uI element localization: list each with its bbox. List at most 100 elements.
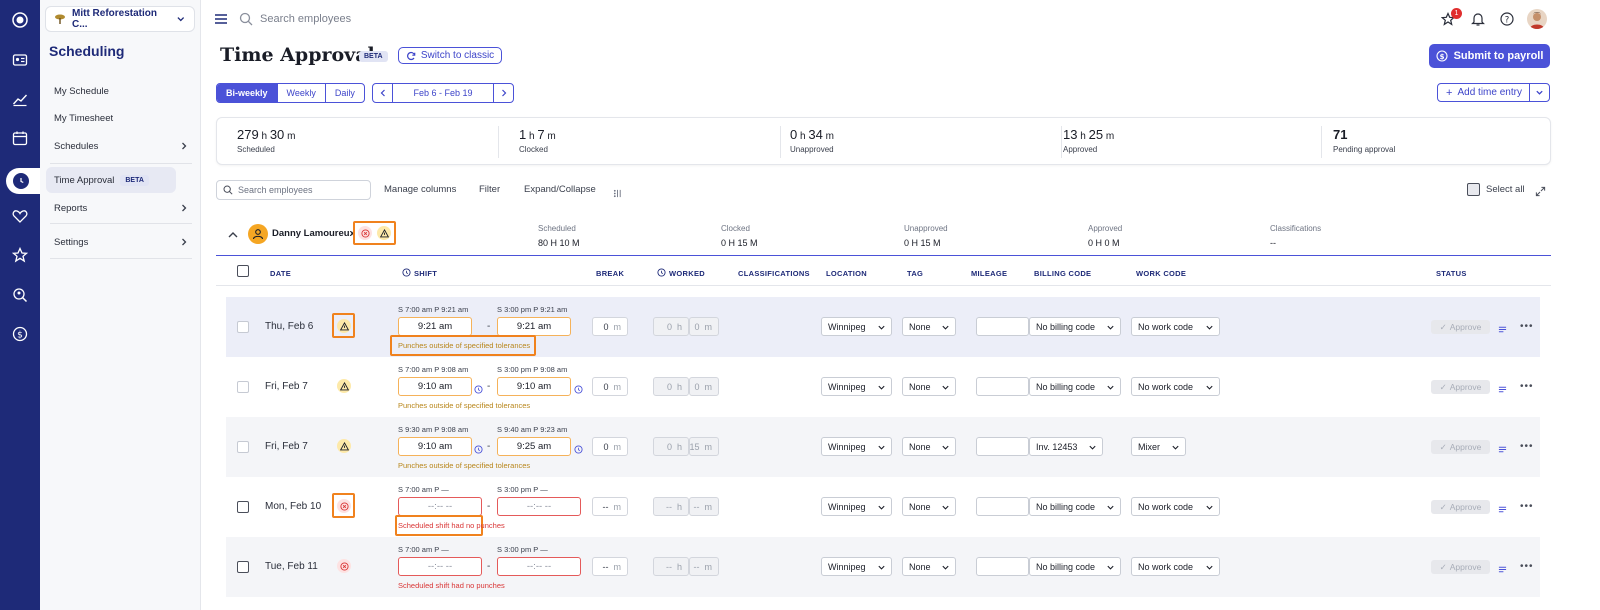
help-icon[interactable]: ? <box>1500 12 1514 31</box>
next-period-button[interactable] <box>493 84 513 102</box>
more-options-icon[interactable]: ••• <box>1520 441 1534 452</box>
work-code-select[interactable]: No work code <box>1131 317 1220 336</box>
col-location[interactable]: LOCATION <box>826 269 867 278</box>
more-options-icon[interactable]: ••• <box>1520 561 1534 572</box>
col-date[interactable]: DATE <box>270 269 291 278</box>
dollar-icon[interactable]: $ <box>10 324 30 344</box>
menu-icon[interactable] <box>214 12 228 31</box>
analytics-icon[interactable] <box>10 89 30 109</box>
clock-icon[interactable] <box>474 441 483 459</box>
header-checkbox[interactable] <box>237 265 249 277</box>
sidebar-item-schedules[interactable]: Schedules <box>46 133 192 159</box>
tag-select[interactable]: None <box>902 497 956 516</box>
billing-code-select[interactable]: Inv. 12453 <box>1029 437 1103 456</box>
add-entry-dropdown-button[interactable] <box>1529 83 1550 102</box>
bell-icon[interactable] <box>1471 12 1485 31</box>
break-input[interactable]: 0m <box>592 437 628 456</box>
location-select[interactable]: Winnipeg <box>821 317 892 336</box>
period-daily[interactable]: Daily <box>324 84 364 102</box>
col-billing-code[interactable]: BILLING CODE <box>1034 269 1091 278</box>
row-checkbox[interactable] <box>237 381 249 393</box>
heart-icon[interactable] <box>10 206 30 226</box>
notes-icon[interactable] <box>1498 381 1507 399</box>
tag-select[interactable]: None <box>902 437 956 456</box>
break-input[interactable]: -- m <box>592 497 628 516</box>
break-input[interactable]: 0m <box>592 317 628 336</box>
avatar[interactable] <box>1527 9 1547 29</box>
location-select[interactable]: Winnipeg <box>821 377 892 396</box>
mileage-input[interactable] <box>976 437 1029 456</box>
location-select[interactable]: Winnipeg <box>821 557 892 576</box>
star-icon[interactable] <box>10 245 30 265</box>
clock-icon[interactable] <box>574 381 583 399</box>
clock-out-input[interactable]: 9:10 am <box>497 377 571 396</box>
mileage-input[interactable] <box>976 557 1029 576</box>
col-mileage[interactable]: MILEAGE <box>971 269 1007 278</box>
density-icon[interactable] <box>613 185 622 203</box>
col-break[interactable]: BREAK <box>596 269 624 278</box>
sidebar-item-my-schedule[interactable]: My Schedule <box>46 78 192 104</box>
clock-in-input[interactable]: 9:10 am <box>398 377 472 396</box>
billing-code-select[interactable]: No billing code <box>1029 317 1121 336</box>
logo-icon[interactable] <box>10 10 30 30</box>
clock-out-input[interactable]: --:-- -- <box>497 497 581 516</box>
submit-to-payroll-button[interactable]: $ Submit to payroll <box>1429 44 1550 68</box>
select-all-checkbox[interactable] <box>1467 183 1480 196</box>
mileage-input[interactable] <box>976 497 1029 516</box>
id-card-icon[interactable] <box>10 50 30 70</box>
table-row[interactable]: Fri, Feb 7 S 7:00 am P 9:08 am S 3:00 pm P… <box>226 357 1540 417</box>
row-checkbox[interactable] <box>237 441 249 453</box>
expand-collapse-button[interactable]: Expand/Collapse <box>524 184 596 195</box>
prev-period-button[interactable] <box>373 84 393 102</box>
org-selector[interactable]: Mitt Reforestation C... <box>45 6 195 32</box>
search-input[interactable]: Search employees <box>260 13 351 25</box>
date-range[interactable]: Feb 6 - Feb 19 <box>393 84 493 102</box>
row-checkbox[interactable] <box>237 321 249 333</box>
col-status[interactable]: STATUS <box>1436 269 1467 278</box>
col-tag[interactable]: TAG <box>907 269 923 278</box>
expand-icon[interactable] <box>1535 184 1546 202</box>
approve-button[interactable]: ✓ Approve <box>1431 440 1490 454</box>
approve-button[interactable]: ✓ Approve <box>1431 560 1490 574</box>
approve-button[interactable]: ✓ Approve <box>1431 380 1490 394</box>
col-worked[interactable]: WORKED <box>669 269 705 278</box>
tag-select[interactable]: None <box>902 377 956 396</box>
row-checkbox[interactable] <box>237 501 249 513</box>
clock-out-input[interactable]: 9:21 am <box>497 317 571 336</box>
break-input[interactable]: -- m <box>592 557 628 576</box>
billing-code-select[interactable]: No billing code <box>1029 557 1121 576</box>
manage-columns-button[interactable]: Manage columns <box>384 184 456 195</box>
location-select[interactable]: Winnipeg <box>821 437 892 456</box>
clock-out-input[interactable]: --:-- -- <box>497 557 581 576</box>
chevron-up-icon[interactable] <box>227 228 239 246</box>
clock-icon[interactable] <box>13 173 29 189</box>
sidebar-item-time-approval[interactable]: Time Approval BETA <box>46 167 176 193</box>
col-classifications[interactable]: CLASSIFICATIONS <box>738 269 810 278</box>
col-shift[interactable]: SHIFT <box>414 269 437 278</box>
tag-select[interactable]: None <box>902 317 956 336</box>
table-row[interactable]: Mon, Feb 10 S 7:00 am P — S 3:00 pm P — --:… <box>226 477 1540 537</box>
notes-icon[interactable] <box>1498 561 1507 579</box>
sidebar-item-settings[interactable]: Settings <box>46 229 192 255</box>
sidebar-item-reports[interactable]: Reports <box>46 195 192 221</box>
employee-search-input[interactable]: Search employees <box>216 180 371 200</box>
billing-code-select[interactable]: No billing code <box>1029 497 1121 516</box>
clock-in-input[interactable]: --:-- -- <box>398 557 482 576</box>
clock-in-input[interactable]: 9:21 am <box>398 317 472 336</box>
tag-select[interactable]: None <box>902 557 956 576</box>
location-select[interactable]: Winnipeg <box>821 497 892 516</box>
period-biweekly[interactable]: Bi-weekly <box>217 84 277 102</box>
billing-code-select[interactable]: No billing code <box>1029 377 1121 396</box>
more-options-icon[interactable]: ••• <box>1520 321 1534 332</box>
row-checkbox[interactable] <box>237 561 249 573</box>
clock-icon[interactable] <box>574 441 583 459</box>
notes-icon[interactable] <box>1498 441 1507 459</box>
mileage-input[interactable] <box>976 377 1029 396</box>
work-code-select[interactable]: Mixer <box>1131 437 1186 456</box>
notes-icon[interactable] <box>1498 501 1507 519</box>
switch-to-classic-button[interactable]: Switch to classic <box>398 47 502 64</box>
col-work-code[interactable]: WORK CODE <box>1136 269 1186 278</box>
search-people-icon[interactable] <box>10 285 30 305</box>
break-input[interactable]: 0m <box>592 377 628 396</box>
clock-in-input[interactable]: --:-- -- <box>398 497 482 516</box>
